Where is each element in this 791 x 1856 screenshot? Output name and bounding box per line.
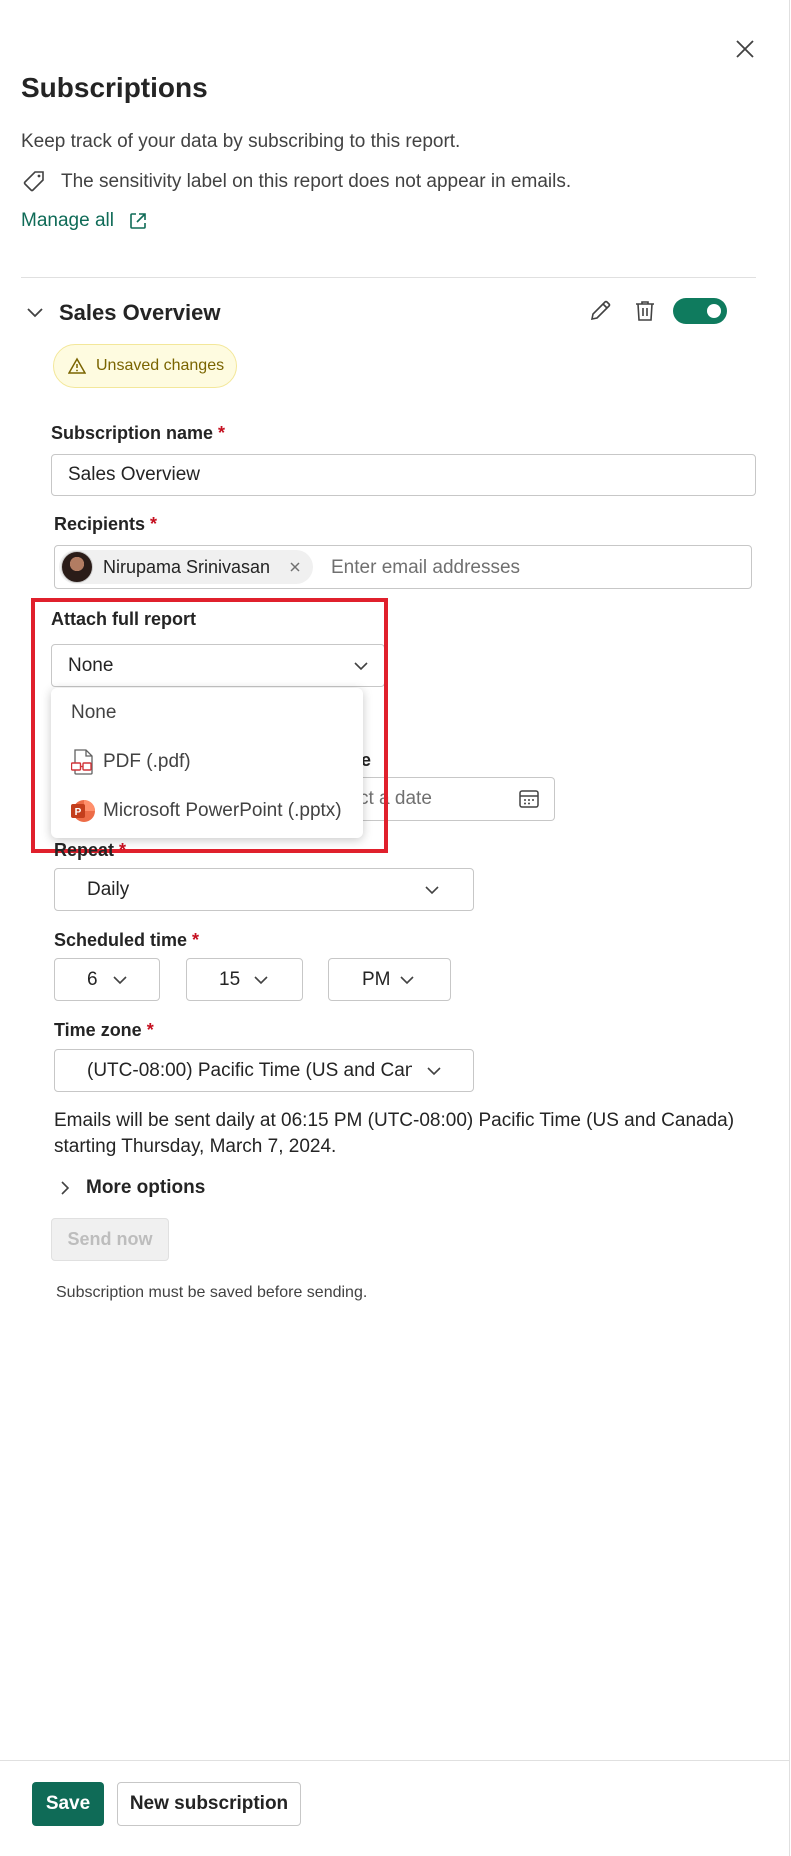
- manage-all-label: Manage all: [21, 210, 114, 231]
- send-now-button[interactable]: Send now: [51, 1218, 169, 1261]
- more-options-toggle[interactable]: More options: [58, 1177, 205, 1199]
- recipient-name: Nirupama Srinivasan: [103, 556, 271, 577]
- chevron-down-icon: [111, 971, 129, 989]
- hour-value: 6: [87, 968, 98, 990]
- repeat-value: Daily: [87, 878, 130, 900]
- new-subscription-button[interactable]: New subscription: [117, 1782, 301, 1826]
- footer-divider: [0, 1760, 790, 1761]
- schedule-summary: Emails will be sent daily at 06:15 PM (U…: [54, 1108, 754, 1160]
- repeat-label: Repeat *: [54, 840, 127, 860]
- chevron-down-icon: [398, 971, 416, 989]
- panel-description: Keep track of your data by subscribing t…: [21, 131, 461, 152]
- chevron-down-icon: [252, 971, 270, 989]
- more-options-label: More options: [86, 1177, 206, 1198]
- schedule-summary-line: starting Thursday, March 7, 2024.: [54, 1136, 337, 1157]
- toggle-knob: [707, 304, 721, 318]
- warning-icon: [68, 357, 86, 375]
- menu-item-label: Microsoft PowerPoint (.pptx): [103, 800, 342, 821]
- save-button[interactable]: Save: [32, 1782, 104, 1826]
- subscription-name-input[interactable]: Sales Overview: [51, 454, 756, 496]
- svg-text:P: P: [75, 807, 82, 818]
- subscription-name-label: Subscription name *: [51, 423, 226, 443]
- edit-icon[interactable]: [587, 298, 613, 324]
- menu-item-label: PDF (.pdf): [103, 751, 191, 772]
- send-hint: Subscription must be saved before sendin…: [56, 1284, 368, 1301]
- attach-report-menu: None PDF (.pdf) P Microsoft PowerPoint (…: [51, 688, 363, 838]
- minute-value: 15: [219, 968, 241, 990]
- sensitivity-note: The sensitivity label on this report doe…: [61, 171, 572, 192]
- chevron-right-icon: [58, 1179, 72, 1197]
- hour-dropdown[interactable]: 6: [54, 958, 160, 1001]
- subscription-toggle[interactable]: [673, 298, 727, 324]
- tag-icon: [21, 169, 47, 195]
- subscription-title[interactable]: Sales Overview: [59, 300, 220, 326]
- attach-report-value: None: [68, 654, 114, 676]
- recipient-chip[interactable]: Nirupama Srinivasan: [59, 550, 313, 584]
- attach-report-dropdown[interactable]: None: [51, 644, 385, 687]
- chevron-down-icon: [352, 657, 370, 675]
- close-icon[interactable]: [734, 38, 756, 60]
- panel-title: Subscriptions: [21, 72, 208, 103]
- unsaved-changes-label: Unsaved changes: [96, 357, 225, 374]
- time-zone-dropdown[interactable]: (UTC-08:00) Pacific Time (US and Canada): [54, 1049, 474, 1092]
- subscription-name-value: Sales Overview: [68, 464, 200, 485]
- pdf-file-icon: [71, 749, 95, 775]
- time-zone-label: Time zone *: [54, 1020, 154, 1040]
- ampm-dropdown[interactable]: PM: [328, 958, 451, 1001]
- chevron-down-icon: [425, 1062, 443, 1080]
- attach-report-label: Attach full report: [51, 609, 197, 629]
- menu-item-none[interactable]: None: [51, 691, 363, 735]
- menu-item-label: None: [71, 702, 117, 723]
- subscriptions-panel: Subscriptions Keep track of your data by…: [0, 0, 790, 1856]
- chevron-down-icon: [423, 881, 441, 899]
- avatar: [61, 551, 93, 583]
- ampm-value: PM: [362, 968, 391, 990]
- schedule-summary-line: Emails will be sent daily at 06:15 PM (U…: [54, 1110, 735, 1131]
- time-zone-value: (UTC-08:00) Pacific Time (US and Canada): [87, 1059, 412, 1081]
- scheduled-time-label: Scheduled time *: [54, 930, 200, 950]
- recipients-input[interactable]: Nirupama Srinivasan Enter email addresse…: [54, 545, 752, 589]
- repeat-dropdown[interactable]: Daily: [54, 868, 474, 911]
- trash-icon[interactable]: [632, 298, 658, 324]
- menu-item-pdf[interactable]: PDF (.pdf): [51, 740, 363, 784]
- end-date-placeholder: ct a date: [359, 788, 432, 809]
- minute-dropdown[interactable]: 15: [186, 958, 303, 1001]
- powerpoint-icon: P: [71, 798, 95, 824]
- manage-all-link[interactable]: Manage all: [21, 210, 148, 232]
- section-divider: [21, 277, 756, 278]
- remove-recipient-icon[interactable]: [287, 559, 303, 575]
- chevron-down-icon[interactable]: [24, 301, 46, 323]
- open-external-icon: [128, 211, 148, 231]
- menu-item-pptx[interactable]: P Microsoft PowerPoint (.pptx): [51, 789, 363, 833]
- end-date-input[interactable]: ct a date: [345, 777, 555, 821]
- recipients-label: Recipients *: [54, 514, 158, 534]
- recipients-placeholder: Enter email addresses: [331, 557, 521, 578]
- unsaved-changes-badge: Unsaved changes: [53, 344, 238, 388]
- calendar-icon[interactable]: [518, 788, 540, 810]
